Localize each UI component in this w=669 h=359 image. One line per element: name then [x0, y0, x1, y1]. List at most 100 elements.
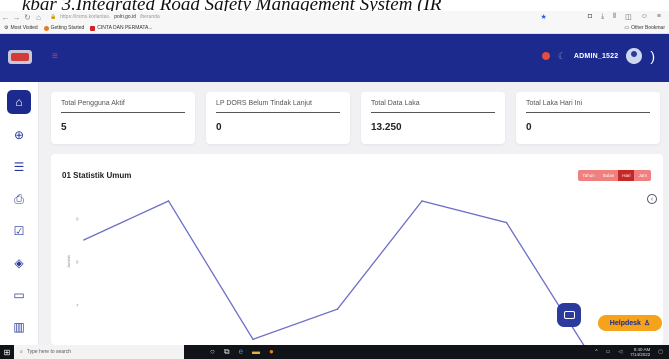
filter-tahun[interactable]: Tahun [578, 170, 599, 181]
filter-jam[interactable]: Jam [634, 170, 651, 181]
browser-nav-bar: ← → ↻ ⌂ 🔒 https://irsms.korlantas. polri.… [0, 11, 669, 23]
hamburger-icon[interactable]: ≡ [52, 51, 58, 62]
network-icon[interactable]: ▭ [606, 349, 611, 355]
firefox-icon [43, 25, 49, 31]
bookmarks-bar: ⚙ Most Visited Getting Started CINTA DAN … [0, 23, 669, 34]
task-view-icon[interactable]: ⧉ [224, 347, 230, 357]
volume-icon[interactable]: ◁ [618, 349, 622, 355]
bookmark-star-icon[interactable]: ★ [541, 13, 547, 21]
url-bar[interactable]: 🔒 https://irsms.korlantas. polri.go.id/be… [50, 14, 160, 20]
record-icon[interactable] [541, 52, 550, 60]
sidebar-item-monitor[interactable]: ▭ [7, 283, 31, 307]
firefox-taskbar-icon[interactable]: ● [269, 347, 274, 357]
filter-hari[interactable]: Hari [618, 170, 635, 181]
forward-icon[interactable]: → [11, 13, 22, 22]
card-title: Total Data Laka [371, 100, 495, 113]
layers-icon: ◈ [14, 256, 24, 270]
y-tick-label: 8 [76, 260, 79, 265]
clock[interactable]: 9:40 AM 7/14/2022 [630, 347, 650, 357]
edge-icon[interactable]: e [239, 347, 243, 357]
card-value: 0 [526, 122, 532, 133]
card-title: Total Laka Hari Ini [526, 100, 650, 113]
other-bookmarks[interactable]: ▭ Other Bookmar [624, 25, 669, 31]
app-header: ≡ ☾ ADMIN_1522 ) [0, 34, 669, 82]
data-point[interactable] [421, 200, 423, 202]
list-icon: ☰ [13, 160, 25, 174]
file-explorer-icon[interactable]: ▬ [252, 347, 260, 357]
gear-icon: ⚙ [4, 25, 9, 31]
url-prefix: https://irsms.korlantas. [60, 14, 111, 20]
windows-start-icon[interactable]: ⊞ [0, 348, 14, 357]
search-icon: ⌕ [20, 349, 23, 355]
app-window: ≡ ☾ ADMIN_1522 ) ⌂ ⊕ ☰ ⎙ ☑ ◈ ▭ ▥ Total P… [0, 34, 669, 345]
menu-icon[interactable]: ≡ [657, 13, 661, 21]
filter-bulan[interactable]: Bulan [598, 170, 619, 181]
other-bookmarks-label: Other Bookmar [631, 25, 665, 31]
sidebar-item-home[interactable]: ⌂ [7, 90, 31, 114]
data-point[interactable] [252, 338, 254, 341]
bookmark-cinta[interactable]: CINTA DAN PERMATA... [90, 25, 153, 31]
sidebar: ⌂ ⊕ ☰ ⎙ ☑ ◈ ▭ ▥ [0, 82, 39, 345]
card-value: 13.250 [371, 122, 402, 133]
summary-cards: Total Pengguna Aktif 5 LP DORS Belum Tin… [51, 92, 660, 144]
y-tick-label: 7 [76, 303, 79, 308]
y-axis-label: Jumlah [66, 255, 71, 268]
admin-username[interactable]: ADMIN_1522 [574, 53, 618, 60]
tray-chevron-icon[interactable]: ^ [595, 349, 597, 355]
card-total-pengguna-aktif: Total Pengguna Aktif 5 [51, 92, 195, 144]
home-icon: ⌂ [15, 95, 23, 109]
theme-icon[interactable]: ) [650, 48, 655, 64]
user-icon: ♙ [643, 320, 651, 327]
notifications-icon[interactable]: ▢ [658, 349, 663, 355]
sidebar-toggle-icon[interactable]: ◫ [625, 13, 632, 21]
helpdesk-button[interactable]: Helpdesk ♙ [598, 315, 662, 331]
sidebar-item-list[interactable]: ☰ [7, 155, 31, 179]
data-point[interactable] [336, 308, 339, 310]
plus-circle-icon: ⊕ [13, 128, 25, 142]
card-value: 0 [216, 122, 222, 133]
sidebar-item-edit[interactable]: ☑ [7, 219, 31, 243]
edit-icon: ☑ [13, 224, 25, 238]
printer-icon: ⎙ [14, 191, 24, 206]
data-point[interactable] [167, 200, 170, 202]
sidebar-item-add[interactable]: ⊕ [7, 123, 31, 147]
avatar[interactable] [626, 48, 643, 64]
sidebar-item-print[interactable]: ⎙ [7, 187, 31, 211]
cortana-icon[interactable]: ○ [210, 347, 215, 357]
sidebar-item-layers[interactable]: ◈ [7, 251, 31, 275]
chat-button[interactable] [557, 303, 581, 327]
account-icon[interactable]: ☺ [641, 13, 648, 21]
bookmark-getting-started[interactable]: Getting Started [43, 25, 85, 31]
youtube-icon [90, 25, 96, 31]
reload-icon[interactable]: ↻ [22, 13, 33, 22]
taskbar-search[interactable]: ⌕ Type here to search [14, 345, 184, 359]
bookmark-most-visited[interactable]: ⚙ Most Visited [4, 25, 38, 31]
card-title: Total Pengguna Aktif [61, 100, 185, 113]
y-tick-label: 9 [76, 216, 79, 221]
download-icon[interactable]: ⤓ [601, 13, 604, 21]
monitor-icon: ▭ [13, 288, 25, 302]
series-line [83, 200, 585, 345]
dark-mode-icon[interactable]: ☾ [558, 51, 566, 62]
data-point[interactable] [83, 239, 85, 241]
card-total-data-laka: Total Data Laka 13.250 [361, 92, 505, 144]
document-caption: kbar 3.Integrated Road Safety Management… [22, 0, 442, 11]
library-icon[interactable]: ⫴ [613, 13, 616, 21]
helpdesk-label: Helpdesk [609, 319, 641, 327]
app-logo[interactable] [8, 50, 32, 64]
home-icon[interactable]: ⌂ [33, 13, 44, 22]
pocket-icon[interactable]: ◘ [588, 13, 592, 21]
data-point[interactable] [505, 221, 508, 224]
clock-date: 7/14/2022 [630, 352, 651, 357]
sidebar-item-map[interactable]: ▥ [7, 315, 31, 339]
bookmark-label: CINTA DAN PERMATA... [97, 25, 153, 31]
search-placeholder: Type here to search [26, 349, 72, 355]
lock-icon: 🔒 [50, 14, 57, 20]
panel-title: 01 Statistik Umum [62, 171, 132, 180]
time-filter-group: Tahun Bulan Hari Jam [578, 170, 651, 181]
bookmark-label: Getting Started [50, 25, 85, 31]
url-suffix: /beranda [139, 14, 160, 20]
back-icon[interactable]: ← [0, 13, 11, 22]
url-domain: polri.go.id [114, 14, 136, 20]
card-laka-hari-ini: Total Laka Hari Ini 0 [516, 92, 660, 144]
